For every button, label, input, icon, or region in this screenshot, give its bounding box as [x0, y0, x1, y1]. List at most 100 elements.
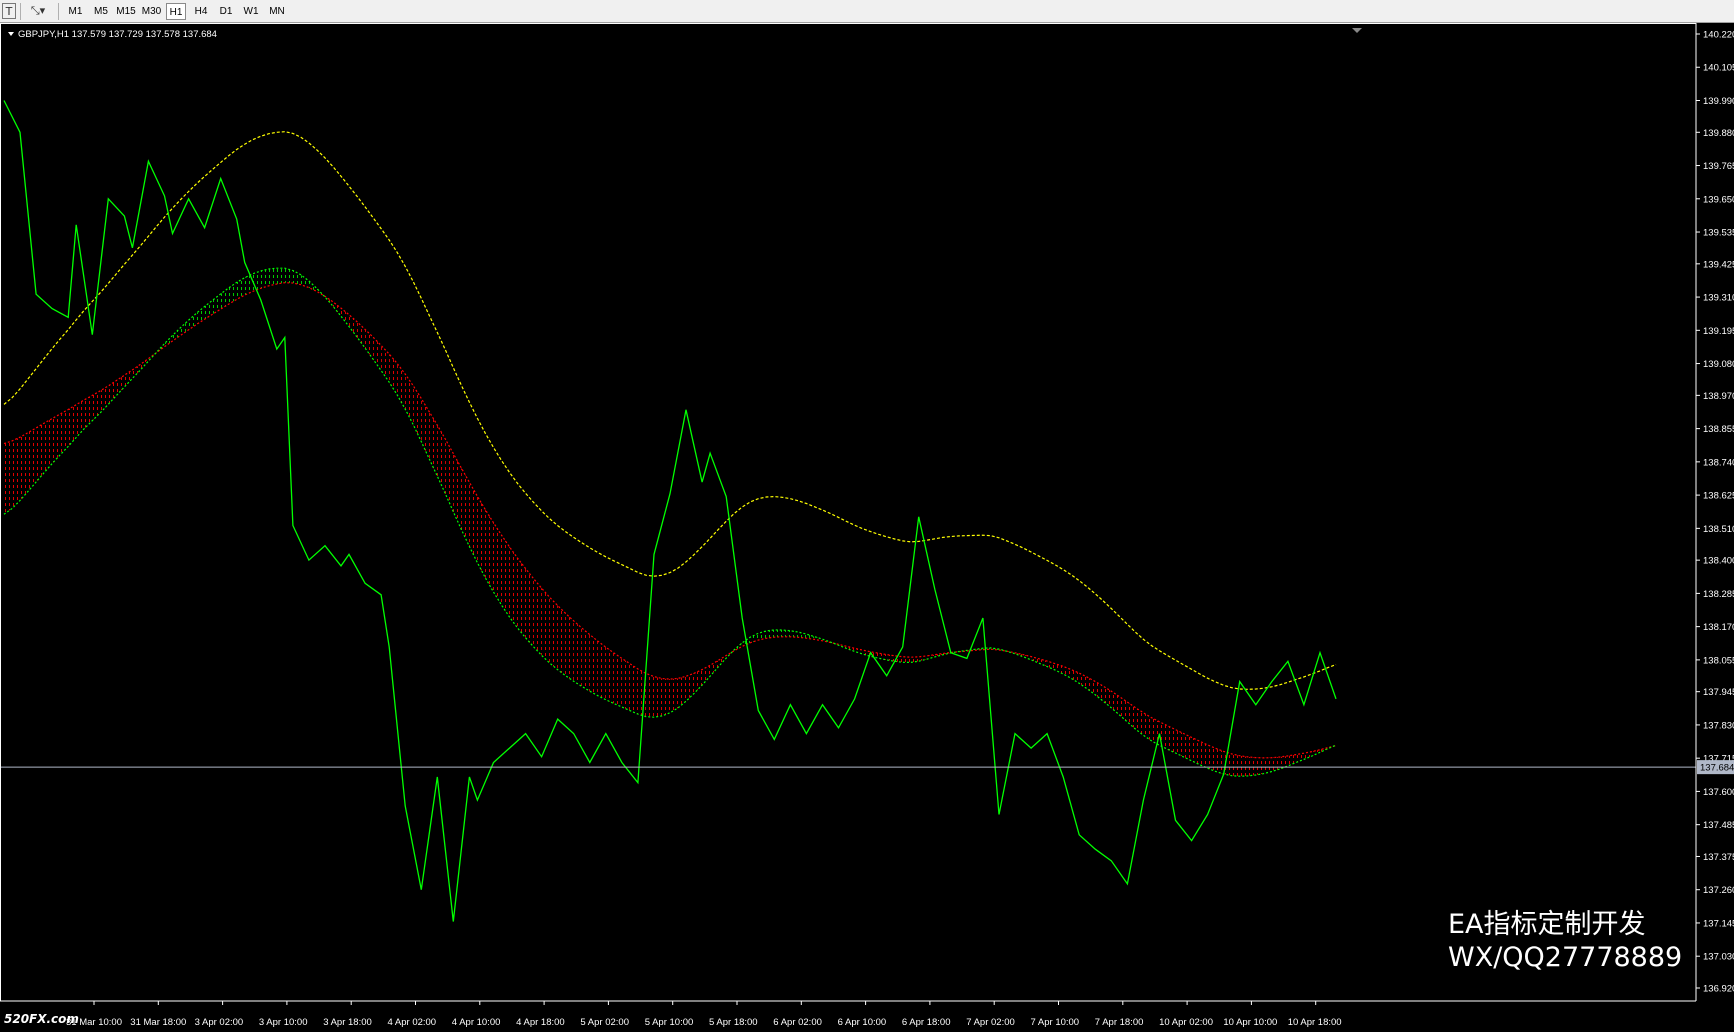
ma-cloud-segment — [1183, 733, 1192, 761]
ma-cloud-segment — [766, 629, 775, 639]
ma-cloud-segment — [629, 663, 638, 715]
timeframe-m15-button[interactable]: M15 — [114, 3, 138, 20]
x-tick-label: 4 Apr 10:00 — [452, 1017, 501, 1028]
timeframe-m30-button[interactable]: M30 — [140, 3, 163, 20]
ma-cloud-segment — [4, 441, 13, 515]
x-tick-label: 31 Mar 18:00 — [130, 1017, 186, 1028]
ma-cloud-segment — [1159, 721, 1168, 750]
y-tick-label: 138.285 — [1703, 589, 1734, 600]
ma-cloud-segment — [12, 437, 21, 509]
ma-cloud-segment — [541, 588, 550, 663]
ma-cloud-segment — [1231, 753, 1240, 777]
y-tick-label: 137.030 — [1703, 952, 1734, 963]
y-tick-label: 138.055 — [1703, 655, 1734, 666]
ma-cloud-segment — [1247, 756, 1256, 776]
template-icon[interactable]: T — [2, 3, 16, 19]
y-tick-label: 140.220 — [1703, 30, 1734, 41]
ma-cloud-segment — [573, 620, 582, 687]
y-tick-label: 139.310 — [1703, 293, 1734, 304]
x-tick-label: 5 Apr 02:00 — [580, 1017, 629, 1028]
y-tick-label: 138.740 — [1703, 457, 1734, 468]
ma-cloud-segment — [260, 269, 269, 289]
ma-cloud-segment — [1199, 741, 1208, 769]
watermark: EA指标定制开发 WX/QQ27778889 — [1448, 908, 1682, 974]
ma-cloud-segment — [1239, 755, 1248, 777]
watermark-line2: WX/QQ27778889 — [1448, 942, 1683, 973]
line-tools-icon[interactable]: ⤡▾ — [26, 3, 50, 19]
ma-cloud-segment — [493, 522, 502, 606]
ma-cloud-segment — [581, 627, 590, 692]
y-tick-label: 137.485 — [1703, 820, 1734, 831]
ma-cloud-segment — [1263, 757, 1272, 774]
toolbar-separator — [20, 3, 21, 20]
x-tick-label: 4 Apr 02:00 — [388, 1017, 437, 1028]
y-tick-label: 139.080 — [1703, 359, 1734, 370]
timeframe-d1-button[interactable]: D1 — [216, 3, 236, 20]
ma-cloud-segment — [1255, 757, 1264, 776]
ma-cloud-segment — [1191, 737, 1200, 765]
y-tick-label: 138.510 — [1703, 524, 1734, 535]
ma-cloud-segment — [613, 652, 622, 708]
chart-info-group: GBPJPY,H1 137.579 137.729 137.578 137.68… — [8, 29, 217, 40]
ma-cloud-segment — [517, 558, 526, 638]
y-tick-label: 136.920 — [1703, 984, 1734, 995]
y-tick-label: 139.880 — [1703, 128, 1734, 139]
timeframe-m1-button[interactable]: M1 — [66, 3, 85, 20]
timeframe-h1-button[interactable]: H1 — [166, 3, 186, 20]
chart-info-label: GBPJPY,H1 137.579 137.729 137.578 137.68… — [18, 29, 217, 40]
y-tick-label: 138.625 — [1703, 491, 1734, 502]
ma-cloud-segment — [1175, 729, 1184, 757]
x-tick-label: 6 Apr 18:00 — [902, 1017, 951, 1028]
y-tick-label: 139.990 — [1703, 96, 1734, 107]
y-tick-label: 137.145 — [1703, 918, 1734, 929]
ma-cloud-segment — [533, 578, 542, 656]
timeframe-m5-button[interactable]: M5 — [91, 3, 111, 20]
ma-cloud-segment — [252, 270, 261, 292]
y-tick-label: 139.650 — [1703, 194, 1734, 205]
ma-cloud-segment — [549, 597, 558, 670]
ma-cloud-segment — [670, 678, 679, 713]
ma-cloud-segment — [605, 647, 614, 704]
ma-cloud-segment — [774, 629, 783, 638]
ma-cloud-segment — [284, 268, 293, 283]
current-price-label: 137.684 — [1700, 763, 1734, 774]
ma-cloud-segment — [501, 535, 510, 617]
price-chart: 140.220 140.105 139.990 139.880 139.765 139.6… — [0, 23, 1734, 1032]
x-tick-label: 3 Apr 02:00 — [195, 1017, 244, 1028]
y-tick-label: 137.945 — [1703, 687, 1734, 698]
y-tick-label: 137.260 — [1703, 885, 1734, 896]
ma-cloud-segment — [20, 432, 29, 501]
y-tick-label: 140.105 — [1703, 63, 1734, 74]
y-tick-label: 138.400 — [1703, 556, 1734, 567]
x-tick-label: 10 Apr 02:00 — [1159, 1017, 1213, 1028]
timeframe-mn-button[interactable]: MN — [266, 3, 288, 20]
x-tick-label: 6 Apr 02:00 — [773, 1017, 822, 1028]
x-tick-label: 10 Apr 18:00 — [1288, 1017, 1342, 1028]
ma-cloud-segment — [653, 676, 662, 718]
y-tick-label: 139.765 — [1703, 161, 1734, 172]
x-tick-label: 3 Apr 18:00 — [323, 1017, 372, 1028]
y-tick-label: 139.425 — [1703, 259, 1734, 270]
x-tick-label: 7 Apr 10:00 — [1031, 1017, 1080, 1028]
ma-cloud-segment — [509, 546, 518, 628]
toolbar: T ⤡▾ M1 M5 M15 M30 H1 H4 D1 W1 MN — [0, 0, 1734, 23]
ma-cloud-segment — [525, 568, 534, 647]
y-tick-label: 139.195 — [1703, 326, 1734, 337]
timeframe-h4-button[interactable]: H4 — [191, 3, 211, 20]
y-tick-label: 139.535 — [1703, 228, 1734, 239]
ma-cloud-segment — [557, 605, 566, 676]
ma-cloud-segment — [597, 641, 606, 700]
logo: 520FX.com — [4, 1012, 79, 1026]
x-tick-label: 7 Apr 02:00 — [966, 1017, 1015, 1028]
ma-cloud-segment — [661, 678, 670, 716]
ma-cloud-segment — [28, 427, 37, 492]
x-tick-label: 7 Apr 18:00 — [1095, 1017, 1144, 1028]
y-tick-label: 137.830 — [1703, 720, 1734, 731]
y-tick-label: 138.855 — [1703, 424, 1734, 435]
chart-background — [0, 23, 1734, 1032]
ma-cloud-segment — [1215, 748, 1224, 774]
ma-cloud-segment — [645, 673, 654, 718]
y-tick-label: 138.970 — [1703, 391, 1734, 402]
x-tick-label: 3 Apr 10:00 — [259, 1017, 308, 1028]
timeframe-w1-button[interactable]: W1 — [241, 3, 261, 20]
